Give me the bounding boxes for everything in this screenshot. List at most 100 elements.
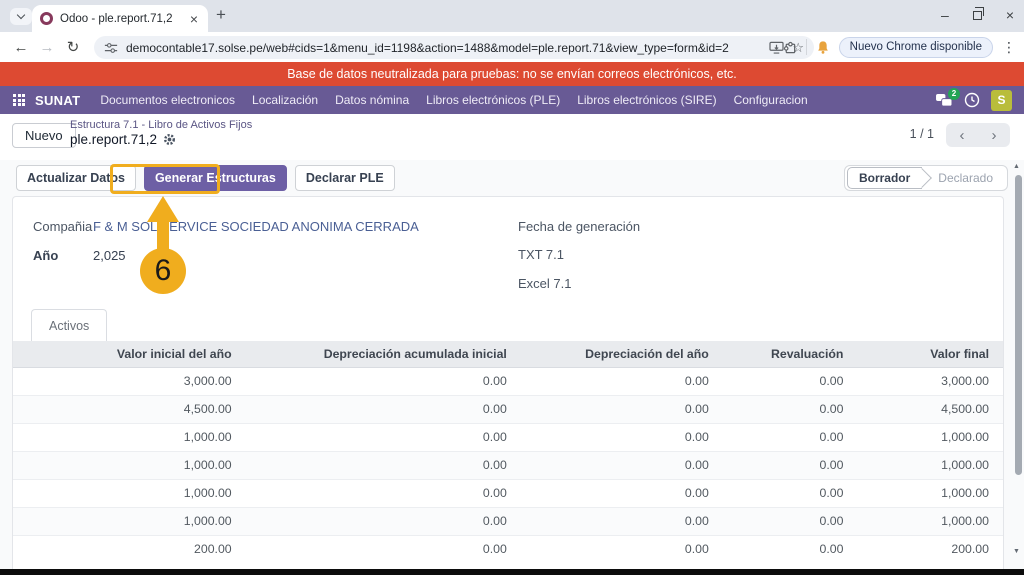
chrome-update-chip[interactable]: Nuevo Chrome disponible	[839, 37, 993, 58]
cell-depreciacion-anio[interactable]: 0.00	[521, 507, 723, 535]
cell-valor-final[interactable]: 1,000.00	[857, 507, 1003, 535]
generar-estructuras-button[interactable]: Generar Estructuras	[144, 165, 287, 191]
cell-depreciacion-acumulada[interactable]: 0.00	[246, 479, 521, 507]
cell-valor-final[interactable]: 1,000.00	[857, 479, 1003, 507]
browser-menu-icon[interactable]: ⋮	[1002, 39, 1016, 56]
menu-configuracion[interactable]: Configuracion	[734, 93, 808, 107]
cell-revaluacion[interactable]: 0.00	[723, 451, 858, 479]
breadcrumb-parent-link[interactable]: Estructura 7.1 - Libro de Activos Fijos	[70, 119, 252, 131]
menu-documentos-electronicos[interactable]: Documentos electronicos	[100, 93, 235, 107]
activities-clock-icon[interactable]	[964, 92, 980, 108]
reload-icon[interactable]: ↻	[60, 38, 86, 56]
company-value[interactable]: F & M SOL SERVICE SOCIEDAD ANONIMA CERRA…	[93, 219, 419, 234]
cell-valor-inicial[interactable]: 1,000.00	[13, 479, 246, 507]
neutralized-db-banner: Base de datos neutralizada para pruebas:…	[0, 62, 1024, 86]
new-tab-icon[interactable]: +	[216, 5, 226, 25]
cell-depreciacion-acumulada[interactable]: 0.00	[246, 451, 521, 479]
apps-grid-icon[interactable]	[13, 94, 25, 106]
table-row[interactable]: 1,000.00 0.00 0.00 0.00 1,000.00	[13, 423, 1003, 451]
col-depreciacion-acumulada[interactable]: Depreciación acumulada inicial	[246, 341, 521, 367]
declarar-ple-button[interactable]: Declarar PLE	[295, 165, 395, 191]
pager-prev-icon[interactable]: ‹	[946, 123, 978, 147]
cell-depreciacion-acumulada[interactable]: 0.00	[246, 535, 521, 563]
browser-tab[interactable]: Odoo - ple.report.71,2 ×	[32, 5, 208, 32]
table-row[interactable]: 4,500.00 0.00 0.00 0.00 4,500.00	[13, 395, 1003, 423]
cell-depreciacion-anio[interactable]: 0.00	[521, 479, 723, 507]
tab-search-button[interactable]	[10, 8, 32, 25]
back-icon[interactable]: ←	[8, 39, 34, 56]
browser-window: Odoo - ple.report.71,2 × + – × ← → ↻ dem…	[0, 0, 1024, 575]
table-row[interactable]: 1,000.00 0.00 0.00 0.00 1,000.00	[13, 507, 1003, 535]
cell-valor-inicial[interactable]: 4,500.00	[13, 395, 246, 423]
cell-depreciacion-acumulada[interactable]: 0.00	[246, 395, 521, 423]
cell-revaluacion[interactable]: 0.00	[723, 535, 858, 563]
cell-valor-final[interactable]: 4,500.00	[857, 395, 1003, 423]
menu-libros-ple[interactable]: Libros electrónicos (PLE)	[426, 93, 560, 107]
cell-revaluacion[interactable]: 0.00	[723, 395, 858, 423]
user-avatar[interactable]: S	[991, 90, 1012, 111]
status-bar: Borrador Declarado	[844, 165, 1008, 191]
scrollbar-down-icon[interactable]: ▼	[1013, 548, 1020, 555]
cell-depreciacion-acumulada[interactable]: 0.00	[246, 367, 521, 395]
cell-revaluacion[interactable]: 0.00	[723, 479, 858, 507]
cell-depreciacion-anio[interactable]: 0.00	[521, 367, 723, 395]
menu-datos-nomina[interactable]: Datos nómina	[335, 93, 409, 107]
year-value[interactable]: 2,025	[93, 248, 126, 263]
cell-depreciacion-anio[interactable]: 0.00	[521, 395, 723, 423]
action-buttons: Actualizar Datos Generar Estructuras Dec…	[16, 165, 395, 191]
cell-depreciacion-anio[interactable]: 0.00	[521, 423, 723, 451]
url-text[interactable]: democontable17.solse.pe/web#cids=1&menu_…	[126, 41, 761, 55]
table-row[interactable]: 1,000.00 0.00 0.00 0.00 1,000.00	[13, 451, 1003, 479]
breadcrumb-record-name: ple.report.71,2	[70, 132, 157, 147]
window-controls: – ×	[941, 0, 1014, 30]
address-bar[interactable]: democontable17.solse.pe/web#cids=1&menu_…	[94, 36, 814, 59]
col-depreciacion-anio[interactable]: Depreciación del año	[521, 341, 723, 367]
cell-valor-final[interactable]: 200.00	[857, 535, 1003, 563]
table-row[interactable]: 1,000.00 0.00 0.00 0.00 1,000.00	[13, 479, 1003, 507]
tab-close-icon[interactable]: ×	[188, 11, 200, 27]
scrollbar-thumb[interactable]	[1015, 175, 1022, 475]
cell-valor-final[interactable]: 1,000.00	[857, 423, 1003, 451]
extensions-icon[interactable]	[782, 40, 797, 55]
gear-icon[interactable]	[163, 133, 176, 146]
new-record-button[interactable]: Nuevo	[12, 123, 76, 148]
app-brand[interactable]: SUNAT	[35, 93, 80, 108]
cell-valor-inicial[interactable]: 1,000.00	[13, 451, 246, 479]
tab-activos[interactable]: Activos	[31, 309, 107, 341]
table-row[interactable]: 200.00 0.00 0.00 0.00 200.00	[13, 535, 1003, 563]
cell-revaluacion[interactable]: 0.00	[723, 507, 858, 535]
menu-localizacion[interactable]: Localización	[252, 93, 318, 107]
menu-libros-sire[interactable]: Libros electrónicos (SIRE)	[577, 93, 716, 107]
forward-icon[interactable]: →	[34, 39, 60, 56]
cell-valor-inicial[interactable]: 200.00	[13, 535, 246, 563]
scrollbar-up-icon[interactable]: ▲	[1013, 163, 1020, 170]
col-valor-inicial[interactable]: Valor inicial del año	[13, 341, 246, 367]
status-borrador[interactable]: Borrador	[847, 167, 922, 189]
close-window-icon[interactable]: ×	[1006, 8, 1014, 22]
table-row[interactable]: 3,000.00 0.00 0.00 0.00 3,000.00	[13, 367, 1003, 395]
pager-next-icon[interactable]: ›	[978, 123, 1010, 147]
cell-valor-final[interactable]: 3,000.00	[857, 367, 1003, 395]
cell-depreciacion-anio[interactable]: 0.00	[521, 535, 723, 563]
actualizar-datos-button[interactable]: Actualizar Datos	[16, 165, 136, 191]
update-bell-icon[interactable]	[816, 40, 830, 55]
cell-revaluacion[interactable]: 0.00	[723, 367, 858, 395]
cell-valor-inicial[interactable]: 1,000.00	[13, 507, 246, 535]
toolbar-divider	[806, 39, 807, 55]
cell-revaluacion[interactable]: 0.00	[723, 423, 858, 451]
breadcrumb: Estructura 7.1 - Libro de Activos Fijos …	[70, 119, 252, 147]
restore-icon[interactable]	[973, 11, 982, 20]
col-revaluacion[interactable]: Revaluación	[723, 341, 858, 367]
cell-valor-inicial[interactable]: 3,000.00	[13, 367, 246, 395]
col-valor-final[interactable]: Valor final	[857, 341, 1003, 367]
status-declarado[interactable]: Declarado	[922, 168, 1005, 188]
messages-button[interactable]: 2	[935, 93, 953, 108]
cell-depreciacion-anio[interactable]: 0.00	[521, 451, 723, 479]
banner-text: Base de datos neutralizada para pruebas:…	[287, 67, 737, 81]
cell-valor-final[interactable]: 1,000.00	[857, 451, 1003, 479]
minimize-icon[interactable]: –	[941, 8, 949, 22]
cell-depreciacion-acumulada[interactable]: 0.00	[246, 507, 521, 535]
cell-valor-inicial[interactable]: 1,000.00	[13, 423, 246, 451]
cell-depreciacion-acumulada[interactable]: 0.00	[246, 423, 521, 451]
site-info-icon[interactable]	[104, 41, 118, 55]
